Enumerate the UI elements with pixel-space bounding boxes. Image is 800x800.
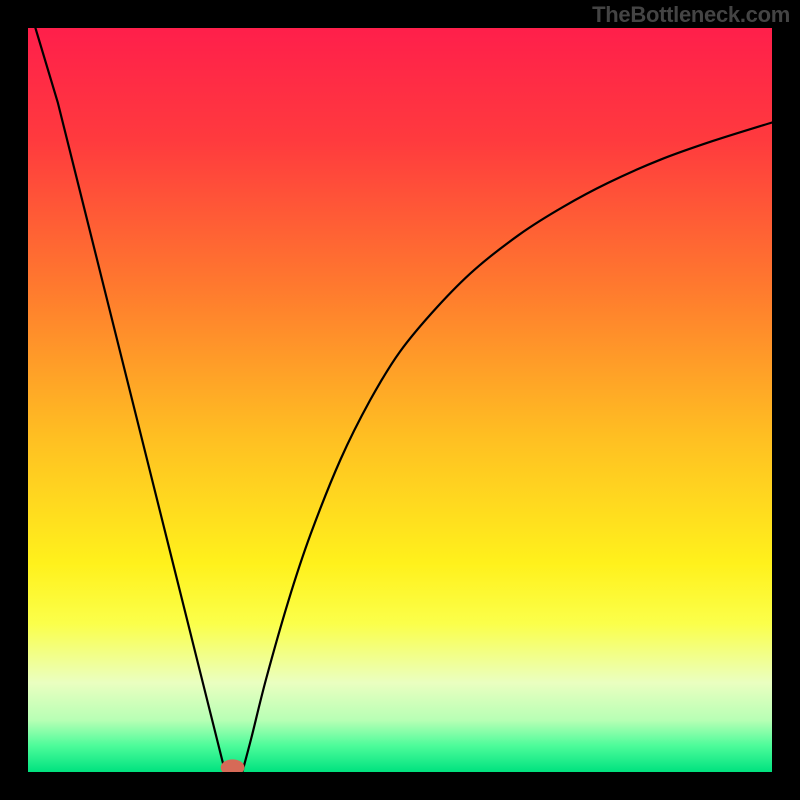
plot-svg bbox=[28, 28, 772, 772]
watermark-label: TheBottleneck.com bbox=[592, 2, 790, 28]
chart-frame: TheBottleneck.com bbox=[0, 0, 800, 800]
gradient-background bbox=[28, 28, 772, 772]
plot-area bbox=[28, 28, 772, 772]
